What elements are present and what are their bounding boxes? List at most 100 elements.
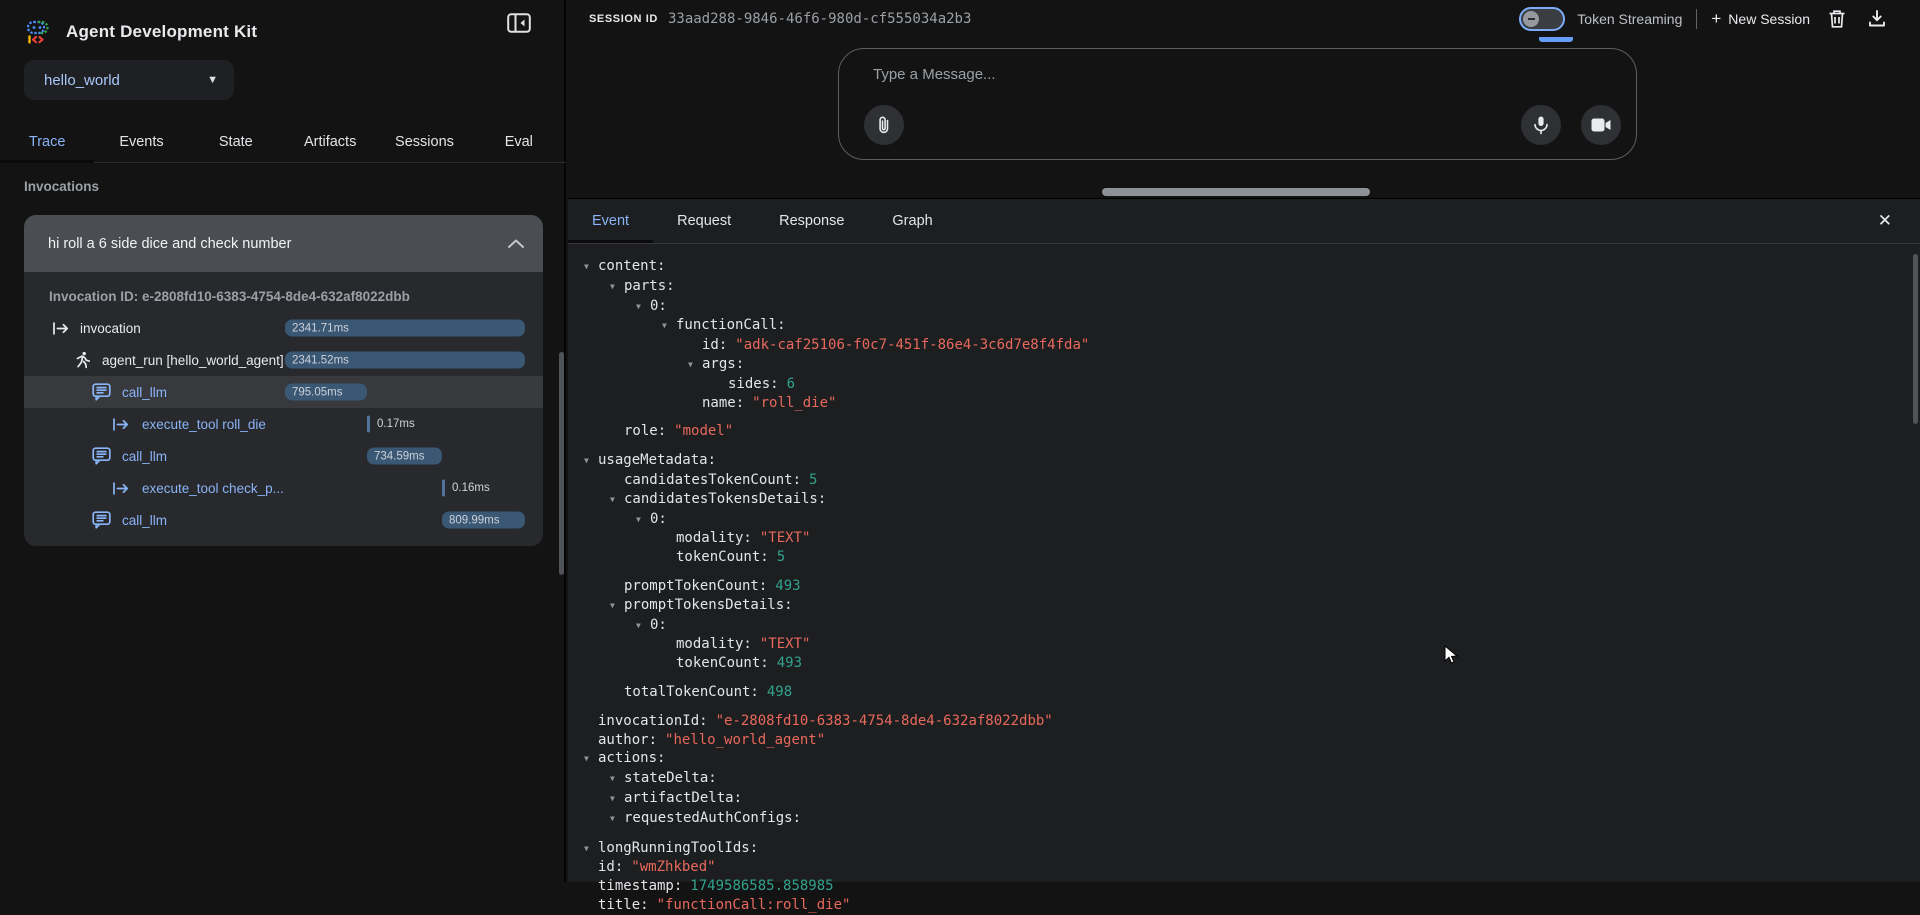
trace-span-row[interactable]: agent_run [hello_world_agent]2341.52ms (24, 344, 543, 376)
expand-arrow-icon[interactable]: ▼ (636, 511, 650, 530)
session-id-value: 33aad288-9846-46f6-980d-cf555034a2b3 (668, 11, 971, 27)
expand-arrow-icon[interactable]: ▼ (610, 810, 624, 829)
tab-trace[interactable]: Trace (0, 122, 94, 162)
trace-span-row[interactable]: call_llm734.59ms (24, 440, 543, 472)
trace-span-label: agent_run [hello_world_agent] (102, 353, 284, 368)
close-detail-panel-button[interactable]: ✕ (1878, 199, 1892, 243)
collapse-sidebar-button[interactable] (502, 6, 536, 40)
expand-arrow-icon[interactable]: ▼ (584, 840, 598, 859)
json-value: "functionCall:roll_die" (657, 897, 851, 913)
tab-events[interactable]: Events (94, 122, 188, 162)
invocation-title: hi roll a 6 side dice and check number (48, 236, 507, 252)
trace-span-row[interactable]: execute_tool check_p...0.16ms (24, 472, 543, 504)
expand-arrow-icon[interactable]: ▼ (584, 258, 598, 277)
enter-arrow-icon (52, 321, 70, 336)
json-line: sides:6 (584, 375, 1904, 394)
json-key: sides: (728, 376, 779, 392)
tab-request[interactable]: Request (653, 199, 755, 243)
json-key: longRunningToolIds: (598, 840, 758, 856)
token-streaming-toggle[interactable] (1519, 7, 1565, 31)
trace-span-row[interactable]: invocation 2341.71ms (24, 312, 543, 344)
json-line: ▼functionCall: (584, 316, 1904, 336)
json-line: totalTokenCount:498 (584, 683, 1904, 702)
trace-tree: Invocation ID: e-2808fd10-6383-4754-8de4… (24, 272, 543, 546)
expand-arrow-icon[interactable]: ▼ (610, 770, 624, 789)
tab-eval[interactable]: Eval (472, 122, 566, 162)
json-line: ▼args: (584, 355, 1904, 375)
expand-arrow-icon[interactable]: ▼ (584, 750, 598, 769)
trace-span-row[interactable]: execute_tool roll_die0.17ms (24, 408, 543, 440)
json-value: 493 (775, 578, 800, 594)
expand-arrow-icon[interactable]: ▼ (636, 617, 650, 636)
detail-tabs: EventRequestResponseGraph ✕ (568, 199, 1920, 244)
json-key: role: (624, 423, 666, 439)
tab-artifacts[interactable]: Artifacts (283, 122, 377, 162)
video-camera-icon (1591, 118, 1611, 132)
panel-resize-handle[interactable] (1102, 188, 1370, 196)
trace-duration-bar: 2341.71ms (285, 320, 525, 337)
json-key: timestamp: (598, 878, 682, 894)
event-detail-panel: EventRequestResponseGraph ✕ ▼content:▼pa… (568, 198, 1920, 882)
tab-state[interactable]: State (189, 122, 283, 162)
tab-event[interactable]: Event (568, 199, 653, 243)
trace-span-row[interactable]: call_llm795.05ms (24, 376, 543, 408)
json-key: functionCall: (676, 317, 786, 333)
expand-arrow-icon[interactable]: ▼ (610, 597, 624, 616)
trace-duration-label: 0.17ms (377, 418, 415, 430)
invocations-section-label: Invocations (24, 179, 99, 194)
json-key: tokenCount: (676, 549, 769, 565)
expand-arrow-icon[interactable]: ▼ (610, 278, 624, 297)
json-line: ▼stateDelta: (584, 769, 1904, 789)
json-line: modality:"TEXT" (584, 635, 1904, 654)
json-key: name: (702, 395, 744, 411)
expand-arrow-icon[interactable]: ▼ (636, 298, 650, 317)
chat-bubble-icon (92, 383, 111, 401)
json-value: 498 (767, 684, 792, 700)
new-session-button[interactable]: + New Session (1711, 9, 1810, 29)
tab-sessions[interactable]: Sessions (377, 122, 471, 162)
tab-response[interactable]: Response (755, 199, 868, 243)
session-id-label: SESSION ID (589, 13, 658, 25)
expand-arrow-icon[interactable]: ▼ (584, 452, 598, 471)
json-value: "roll_die" (752, 395, 836, 411)
new-session-label: New Session (1728, 11, 1810, 27)
microphone-button[interactable] (1521, 105, 1561, 145)
json-value: 1749586585.858985 (690, 878, 833, 894)
json-key: requestedAuthConfigs: (624, 810, 801, 826)
token-streaming-label: Token Streaming (1577, 11, 1682, 27)
export-session-button[interactable] (1864, 6, 1890, 32)
app-select-dropdown[interactable]: hello_world ▼ (24, 60, 234, 100)
expand-arrow-icon[interactable]: ▼ (610, 790, 624, 809)
invocation-card-header[interactable]: hi roll a 6 side dice and check number (24, 215, 543, 272)
json-key: args: (702, 356, 744, 372)
json-line: ▼0: (584, 297, 1904, 317)
json-line: id:"adk-caf25106-f0c7-451f-86e4-3c6d7e8f… (584, 336, 1904, 355)
attach-file-button[interactable] (864, 105, 904, 145)
json-line: title:"functionCall:roll_die" (584, 896, 1904, 915)
json-key: promptTokensDetails: (624, 597, 793, 613)
expand-arrow-icon[interactable]: ▼ (688, 356, 702, 375)
expand-arrow-icon[interactable]: ▼ (610, 491, 624, 510)
sidebar-scrollbar-thumb[interactable] (559, 352, 564, 575)
delete-session-button[interactable] (1824, 6, 1850, 32)
video-button[interactable] (1581, 105, 1621, 145)
json-line: ▼0: (584, 510, 1904, 530)
message-compose-box[interactable]: Type a Message... (838, 48, 1637, 160)
trace-duration-label: 0.16ms (452, 482, 490, 494)
trace-span-row[interactable]: call_llm809.99ms (24, 504, 543, 536)
tab-graph[interactable]: Graph (868, 199, 956, 243)
json-line: ▼0: (584, 616, 1904, 636)
json-key: id: (702, 337, 727, 353)
json-line: timestamp: 1749586585.858985 (584, 877, 1904, 896)
message-input[interactable]: Type a Message... (873, 66, 996, 83)
microphone-icon (1533, 115, 1549, 135)
json-line: author:"hello_world_agent" (584, 731, 1904, 750)
trace-span-label: invocation (80, 321, 141, 336)
expand-arrow-icon[interactable]: ▼ (662, 317, 676, 336)
json-line: ▼usageMetadata: (584, 451, 1904, 471)
json-line: ▼parts: (584, 277, 1904, 297)
detail-scrollbar-thumb[interactable] (1913, 254, 1918, 424)
scrolled-message-fragment (1539, 37, 1573, 42)
json-line: ▼content: (584, 257, 1904, 277)
invocation-id: Invocation ID: e-2808fd10-6383-4754-8de4… (24, 289, 543, 312)
